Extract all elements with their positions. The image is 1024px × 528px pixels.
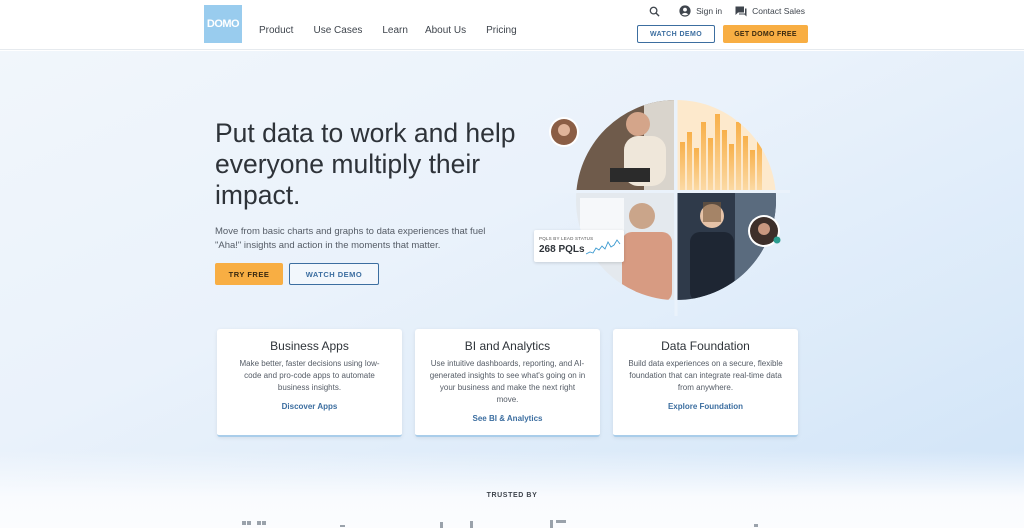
- pql-stat-card: PQLS BY LEAD STATUS 268 PQLs: [534, 230, 624, 262]
- utility-nav: Sign in Contact Sales: [636, 5, 805, 17]
- nav-pricing[interactable]: Pricing: [486, 25, 517, 36]
- hero-subtext: Move from basic charts and graphs to dat…: [215, 226, 486, 251]
- card-body: Build data experiences on a secure, flex…: [628, 359, 783, 392]
- card-title: BI and Analytics: [464, 339, 551, 353]
- contact-sales-link[interactable]: Contact Sales: [735, 6, 805, 17]
- hero-headline: Put data to work and help everyone multi…: [215, 118, 516, 210]
- card-body: Use intuitive dashboards, reporting, and…: [429, 359, 586, 404]
- business-apps-card[interactable]: Business Apps Make better, faster decisi…: [217, 329, 402, 437]
- watch-demo-hero-button[interactable]: WATCH DEMO: [289, 263, 379, 285]
- discover-apps-link[interactable]: Discover Apps: [217, 402, 402, 411]
- account-icon: [679, 5, 691, 17]
- watch-demo-header-button[interactable]: WATCH DEMO: [637, 25, 715, 43]
- chat-icon: [735, 6, 747, 16]
- stat-value: 268 PQLs: [539, 244, 585, 255]
- search-icon: [649, 6, 660, 17]
- hero-graphic: [540, 92, 790, 316]
- data-foundation-card[interactable]: Data Foundation Build data experiences o…: [613, 329, 798, 437]
- try-free-button[interactable]: TRY FREE: [215, 263, 283, 285]
- site-header: DOMO Product Use Cases Learn About Us Pr…: [0, 0, 1024, 50]
- sparkline: [586, 239, 621, 255]
- customer-logos-row: [242, 520, 758, 528]
- nav-product[interactable]: Product: [259, 25, 293, 36]
- get-domo-free-button[interactable]: GET DOMO FREE: [723, 25, 808, 43]
- search-button[interactable]: [649, 6, 665, 17]
- explore-foundation-link[interactable]: Explore Foundation: [613, 402, 798, 411]
- card-title: Data Foundation: [661, 339, 750, 353]
- card-body: Make better, faster decisions using low-…: [239, 359, 380, 392]
- sign-in-label: Sign in: [696, 6, 723, 16]
- bi-analytics-card[interactable]: BI and Analytics Use intuitive dashboard…: [415, 329, 600, 437]
- sign-in-link[interactable]: Sign in: [679, 5, 722, 17]
- domo-logo[interactable]: DOMO: [204, 5, 242, 43]
- card-title: Business Apps: [270, 339, 349, 353]
- main-nav: Product Use Cases Learn About Us Pricing: [259, 25, 537, 36]
- nav-learn[interactable]: Learn: [382, 25, 408, 36]
- contact-sales-label: Contact Sales: [752, 6, 805, 16]
- see-bi-analytics-link[interactable]: See BI & Analytics: [415, 414, 600, 423]
- nav-about-us[interactable]: About Us: [425, 25, 466, 36]
- nav-use-cases[interactable]: Use Cases: [313, 25, 362, 36]
- trusted-by-heading: TRUSTED BY: [486, 492, 538, 499]
